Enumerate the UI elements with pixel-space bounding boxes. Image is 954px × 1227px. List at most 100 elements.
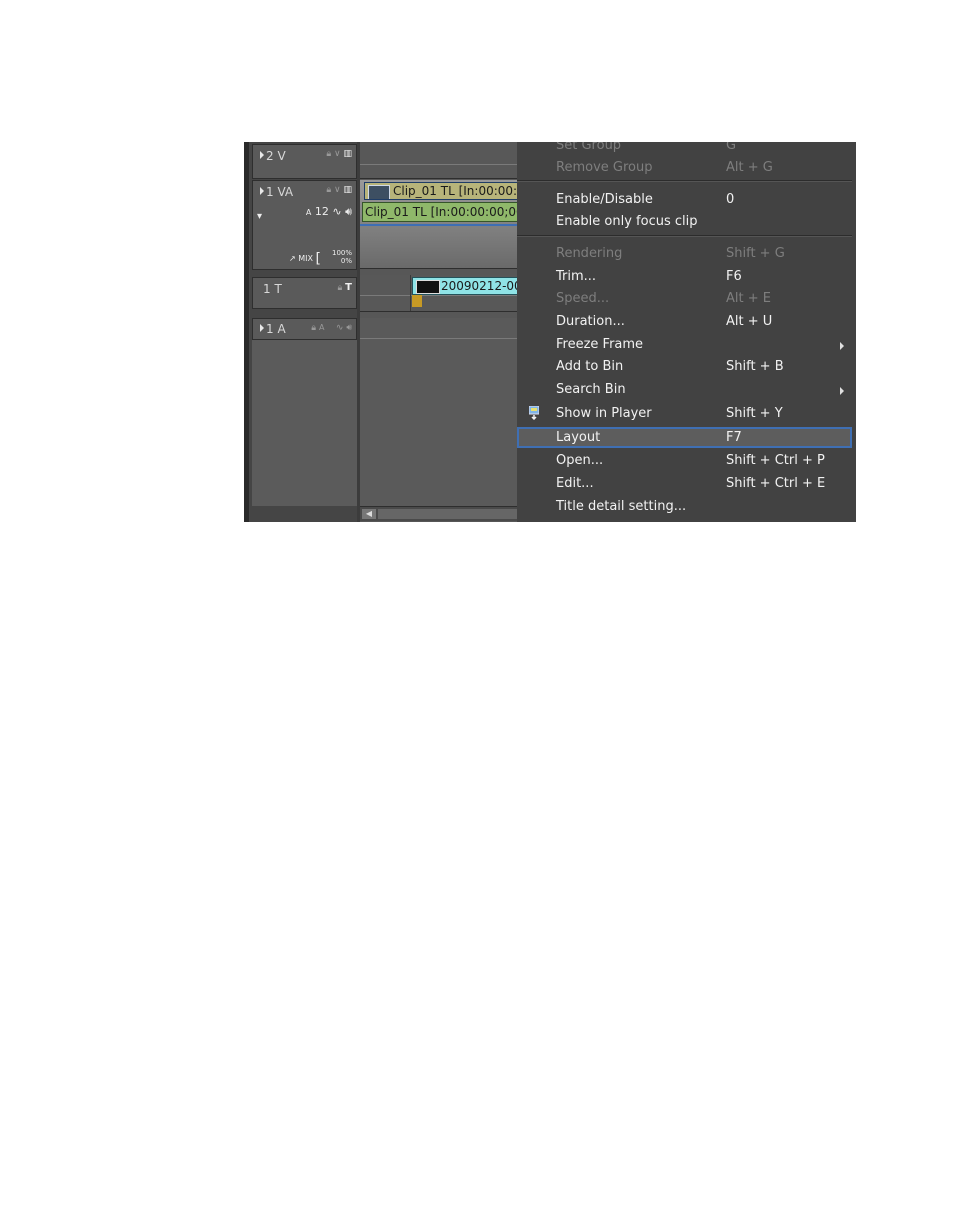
keyframe-icon[interactable]: ↗ [289, 254, 296, 263]
channel-a-icon[interactable]: A [319, 323, 324, 332]
chevron-down-icon[interactable]: ∨ [334, 149, 341, 159]
track-lane-1va[interactable]: Clip_01 TL [In:00:00:0 Clip_01 TL [In:00… [360, 180, 524, 269]
speaker-icon[interactable]: 🔊︎ [346, 323, 352, 333]
expand-triangle-icon[interactable] [260, 187, 264, 195]
percent-top: 100% [331, 249, 352, 257]
channel-a-icon[interactable]: A [306, 208, 311, 217]
menu-item-shortcut: G [726, 142, 737, 153]
track-lane-2v[interactable] [360, 142, 520, 179]
lock-icon[interactable]: 🔒︎ [338, 283, 343, 293]
menu-item-trim[interactable]: Trim... F6 [517, 266, 852, 288]
audio-level-line[interactable] [360, 224, 520, 226]
lock-icon[interactable]: 🔒︎ [311, 323, 316, 333]
clip-thumbnail [368, 185, 390, 199]
lock-icon[interactable]: 🔒︎ [326, 149, 331, 159]
menu-item-show-in-player[interactable]: Show in Player Shift + Y [517, 403, 852, 425]
menu-item-label: Enable/Disable [556, 192, 653, 207]
percent-bottom: 0% [340, 257, 352, 265]
track-header-1va[interactable]: 1 VA 🔒︎ ∨ ▥ ▾ A 12 ∿ 🔊︎ ↗ MIX [ 100% 0% [252, 180, 357, 270]
submenu-arrow-icon [840, 387, 844, 395]
timeline-area[interactable]: Clip_01 TL [In:00:00:0 Clip_01 TL [In:00… [360, 142, 524, 522]
track-name: 1 VA [260, 185, 293, 199]
menu-item-label: Layout [556, 430, 601, 445]
menu-item-shortcut: Shift + G [726, 246, 785, 261]
menu-item-shortcut: Alt + U [726, 314, 773, 329]
menu-item-label: Set Group [556, 142, 622, 153]
track-header-2v[interactable]: 2 V 🔒︎ ∨ ▥ [252, 144, 357, 179]
video-clip[interactable]: Clip_01 TL [In:00:00:0 [364, 182, 524, 200]
scroll-thumb[interactable] [378, 509, 518, 519]
menu-item-freeze-frame[interactable]: Freeze Frame [517, 334, 852, 356]
show-in-player-icon [528, 405, 540, 421]
mix-label: MIX [298, 254, 313, 263]
menu-item-label: Enable only focus clip [556, 214, 698, 229]
transition-marker[interactable] [412, 295, 422, 307]
menu-item-shortcut: 0 [726, 192, 735, 207]
waveform-icon[interactable]: ∿ [332, 205, 341, 218]
lane-divider [360, 295, 520, 296]
timeline-scrollbar[interactable]: ◀ [360, 506, 520, 521]
menu-item-set-group[interactable]: Set Group G [517, 142, 852, 157]
track-header-1t[interactable]: 1 T 🔒︎ T [252, 277, 357, 309]
film-icon[interactable]: ▥ [343, 149, 352, 159]
title-thumbnail [416, 280, 440, 294]
lane-separator [410, 275, 411, 311]
track-controls: 🔒︎ ∨ ▥ [326, 149, 352, 159]
track-name: 1 A [260, 322, 286, 336]
menu-item-add-to-bin[interactable]: Add to Bin Shift + B [517, 356, 852, 378]
menu-item-label: Rendering [556, 246, 623, 261]
menu-item-title-detail-setting[interactable]: Title detail setting... [517, 496, 852, 518]
menu-item-rendering[interactable]: Rendering Shift + G [517, 243, 852, 265]
chevron-down-icon[interactable]: ∨ [334, 185, 341, 195]
waveform-icon[interactable]: ∿ [336, 323, 344, 333]
menu-item-layout[interactable]: Layout F7 [517, 427, 852, 448]
menu-item-enable-only-focus-clip[interactable]: Enable only focus clip [517, 211, 852, 233]
track-controls: 🔒︎ T [338, 282, 353, 293]
menu-item-label: Freeze Frame [556, 337, 644, 352]
speaker-icon[interactable]: 🔊︎ [345, 205, 352, 218]
menu-item-shortcut: Shift + Y [726, 406, 783, 421]
context-menu: Set Group G Remove Group Alt + G Enable/… [517, 142, 856, 522]
audio-level: 12 [314, 205, 329, 218]
expand-triangle-icon[interactable] [260, 151, 264, 159]
collapse-arrow-icon[interactable]: ▾ [257, 211, 262, 222]
menu-item-speed[interactable]: Speed... Alt + E [517, 288, 852, 310]
menu-item-shortcut: Shift + B [726, 359, 784, 374]
clip-label: Clip_01 TL [In:00:00:00;00 [365, 205, 522, 219]
menu-item-label: Show in Player [556, 406, 652, 421]
menu-item-search-bin[interactable]: Search Bin [517, 379, 852, 401]
title-clip[interactable]: 20090212-00 [412, 277, 522, 295]
track-name: 2 V [260, 149, 286, 163]
track-controls: 🔒︎ A ∿ 🔊︎ [311, 323, 352, 333]
submenu-arrow-icon [840, 342, 844, 350]
menu-item-open[interactable]: Open... Shift + Ctrl + P [517, 450, 852, 472]
track-label: 1 T [263, 282, 282, 296]
menu-item-label: Add to Bin [556, 359, 624, 374]
lane-divider [360, 164, 520, 165]
track-label: 1 A [266, 322, 286, 336]
track-header-1a[interactable]: 1 A 🔒︎ A ∿ 🔊︎ [252, 318, 357, 340]
expand-triangle-icon[interactable] [260, 324, 264, 332]
track-label: 2 V [266, 149, 286, 163]
menu-item-shortcut: Shift + Ctrl + P [726, 453, 825, 468]
track-lane-1a[interactable] [360, 318, 520, 506]
menu-item-label: Title detail setting... [556, 499, 687, 514]
lock-icon[interactable]: 🔒︎ [326, 185, 331, 195]
clip-label: Clip_01 TL [In:00:00:0 [393, 184, 524, 198]
track-lane-1t[interactable]: 20090212-00 [360, 275, 522, 312]
title-icon[interactable]: T [345, 282, 352, 293]
menu-separator-highlight [517, 181, 852, 182]
audio-clip[interactable]: Clip_01 TL [In:00:00:00;00 [362, 202, 522, 222]
scroll-left-button[interactable]: ◀ [362, 509, 376, 519]
film-icon[interactable]: ▥ [343, 185, 352, 195]
menu-item-edit[interactable]: Edit... Shift + Ctrl + E [517, 473, 852, 495]
menu-item-label: Remove Group [556, 160, 653, 175]
menu-item-label: Trim... [556, 269, 597, 284]
lane-divider [360, 338, 520, 339]
menu-item-duration[interactable]: Duration... Alt + U [517, 311, 852, 333]
menu-item-label: Edit... [556, 476, 594, 491]
mix-percent: 100% 0% [332, 249, 352, 265]
menu-item-enable-disable[interactable]: Enable/Disable 0 [517, 189, 852, 211]
audio-channel-controls: A 12 ∿ 🔊︎ [306, 205, 352, 219]
menu-item-remove-group[interactable]: Remove Group Alt + G [517, 157, 852, 179]
